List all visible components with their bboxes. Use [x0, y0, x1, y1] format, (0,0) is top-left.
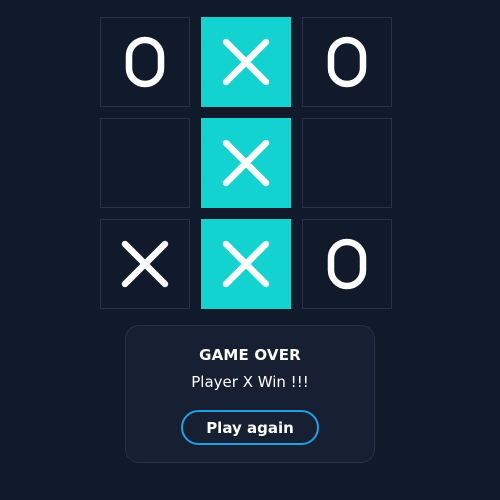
x-mark-icon	[121, 240, 169, 288]
game-board	[100, 17, 392, 309]
x-mark-icon	[222, 240, 270, 288]
board-cell[interactable]	[100, 118, 190, 208]
x-mark-icon	[222, 139, 270, 187]
o-mark-icon	[327, 36, 367, 88]
game-over-title: GAME OVER	[199, 346, 301, 364]
game-result-panel: GAME OVER Player X Win !!! Play again	[125, 325, 375, 463]
board-cell[interactable]	[201, 118, 291, 208]
board-cell[interactable]	[201, 17, 291, 107]
board-cell[interactable]	[302, 118, 392, 208]
winner-message: Player X Win !!!	[191, 373, 309, 391]
board-cell[interactable]	[302, 219, 392, 309]
x-mark-icon	[222, 38, 270, 86]
board-cell[interactable]	[201, 219, 291, 309]
o-mark-icon	[327, 238, 367, 290]
o-mark-icon	[125, 36, 165, 88]
board-cell[interactable]	[302, 17, 392, 107]
board-cell[interactable]	[100, 17, 190, 107]
play-again-button[interactable]: Play again	[181, 410, 319, 445]
board-cell[interactable]	[100, 219, 190, 309]
